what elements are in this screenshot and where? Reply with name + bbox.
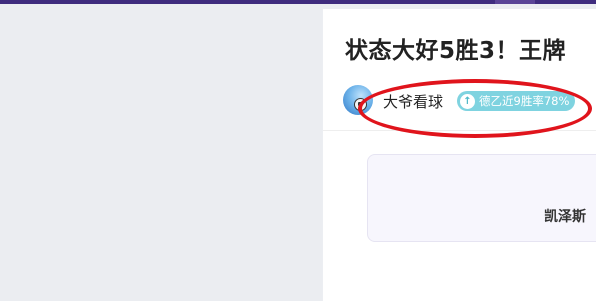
win-rate-text: 德乙近9胜率78% — [479, 94, 570, 108]
match-card[interactable]: 凯泽斯 — [367, 154, 596, 242]
author-avatar[interactable] — [343, 85, 373, 115]
divider — [323, 130, 596, 131]
top-nav-active-segment — [495, 0, 535, 4]
soccer-ball-icon — [354, 98, 367, 111]
arrow-up-icon: ↑ — [460, 93, 475, 109]
article-panel: 状态大好5胜3！王牌 大爷看球 ↑ 德乙近9胜率78% 凯泽斯 — [322, 9, 596, 301]
author-name[interactable]: 大爷看球 — [383, 91, 443, 112]
article-title: 状态大好5胜3！王牌 — [345, 38, 567, 64]
win-rate-badge: ↑ 德乙近9胜率78% — [457, 91, 576, 111]
match-card-team-name: 凯泽斯 — [544, 209, 586, 225]
top-nav-bar — [0, 0, 596, 4]
